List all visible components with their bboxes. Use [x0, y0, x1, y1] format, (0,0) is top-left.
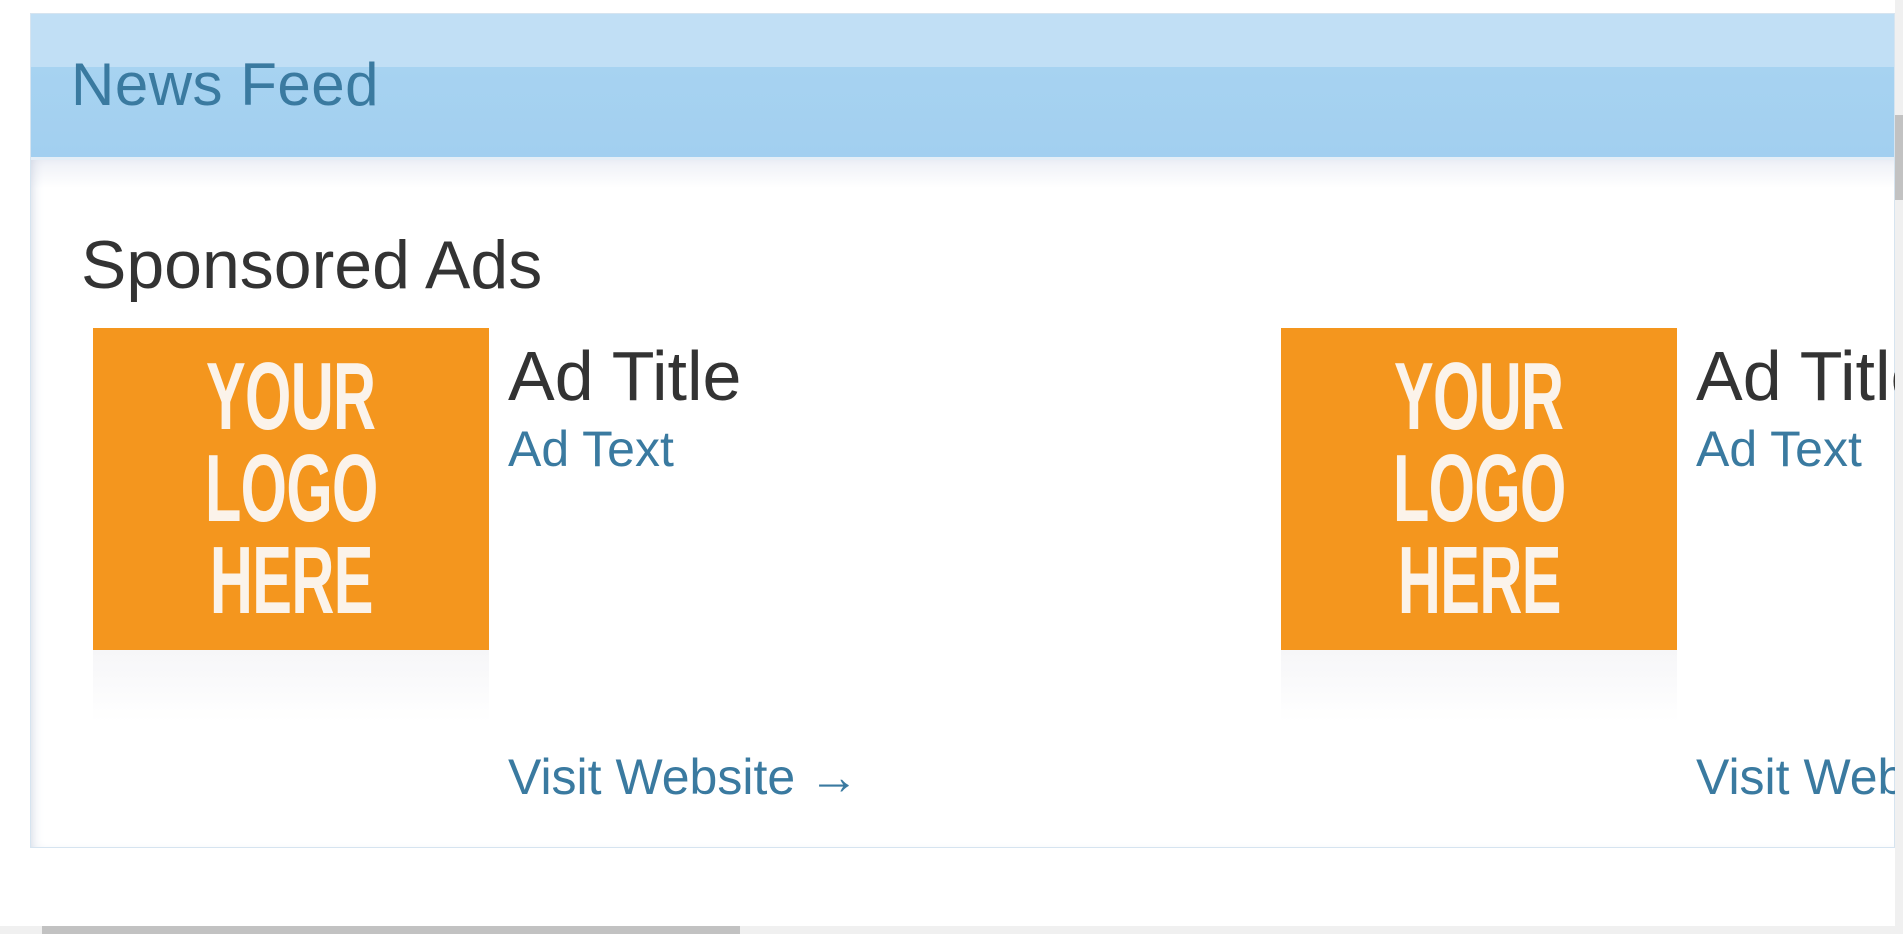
- horizontal-scrollbar-thumb[interactable]: [42, 926, 740, 934]
- ad-title: Ad Title: [508, 337, 742, 415]
- panel-title: News Feed: [71, 51, 379, 118]
- page-viewport: News Feed Sponsored Ads YOUR LOGO HERE A…: [0, 0, 1903, 934]
- logo-text-line: YOUR: [206, 343, 376, 450]
- ad-logo-reflection: [1281, 650, 1677, 722]
- visit-website-link[interactable]: Visit Website →: [508, 748, 859, 806]
- ad-text: Ad Text: [508, 421, 674, 477]
- ad-logo-image[interactable]: YOUR LOGO HERE: [1281, 328, 1677, 650]
- visit-website-link[interactable]: Visit Website →: [1696, 748, 1903, 806]
- logo-text-line: HERE: [209, 527, 374, 634]
- ad-logo-reflection: [93, 650, 489, 722]
- ad-title: Ad Title: [1696, 337, 1903, 415]
- panel-header: News Feed: [31, 14, 1894, 160]
- sponsored-ads-heading: Sponsored Ads: [81, 227, 543, 303]
- news-feed-panel: News Feed Sponsored Ads YOUR LOGO HERE A…: [30, 13, 1903, 848]
- ad-logo-image[interactable]: YOUR LOGO HERE: [93, 328, 489, 650]
- vertical-scrollbar[interactable]: [1895, 0, 1903, 934]
- logo-text-line: LOGO: [1392, 435, 1566, 542]
- vertical-scrollbar-thumb[interactable]: [1895, 115, 1903, 200]
- horizontal-scrollbar[interactable]: [0, 926, 1895, 934]
- panel-body: Sponsored Ads YOUR LOGO HERE Ad Title Ad…: [31, 160, 1903, 847]
- logo-text-line: HERE: [1397, 527, 1562, 634]
- ad-card: YOUR LOGO HERE Ad Title Ad Text Visit We…: [31, 328, 1031, 805]
- ad-text: Ad Text: [1696, 421, 1862, 477]
- ad-card: YOUR LOGO HERE Ad Title Ad Text Visit We…: [1219, 328, 1903, 805]
- logo-text-line: LOGO: [204, 435, 378, 542]
- logo-text-line: YOUR: [1394, 343, 1564, 450]
